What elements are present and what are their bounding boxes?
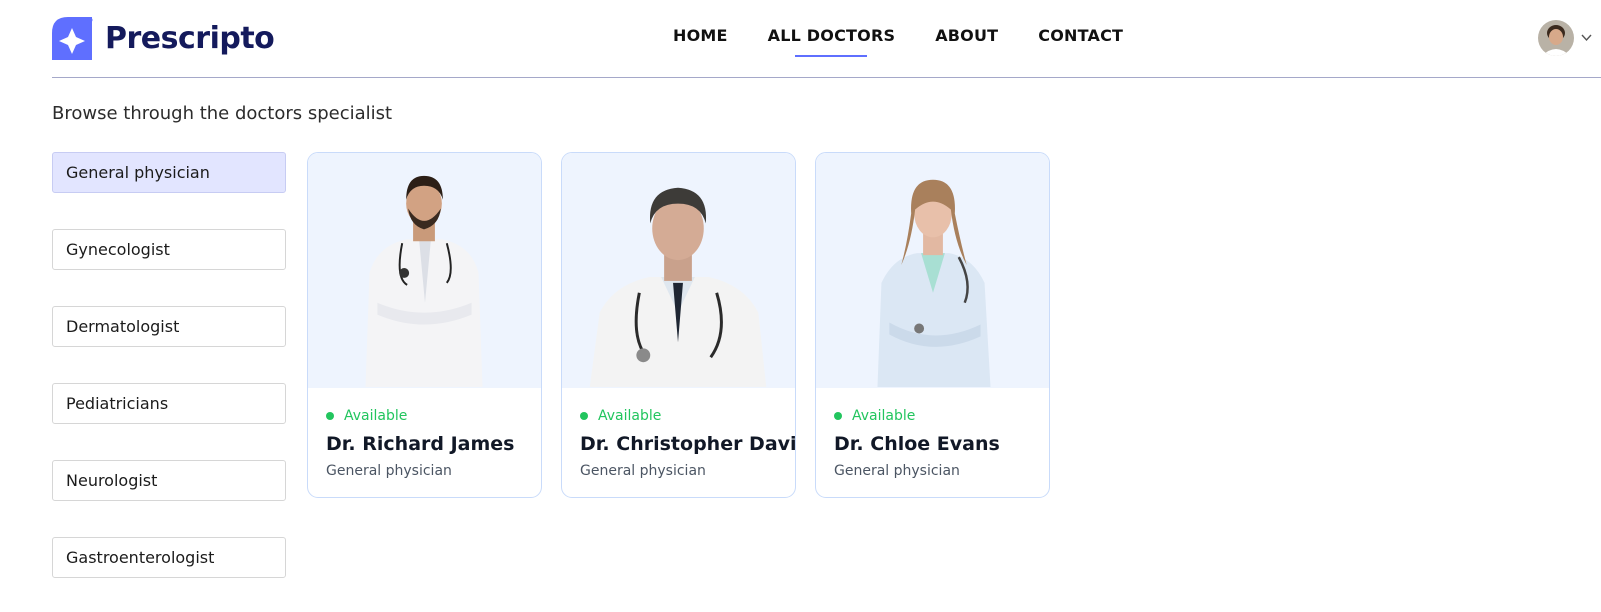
doctor-speciality: General physician bbox=[580, 463, 706, 479]
doctor-name: Dr. Richard James bbox=[326, 433, 515, 455]
status-dot bbox=[326, 412, 334, 420]
availability-label: Available bbox=[598, 408, 662, 424]
sparkle-star-icon bbox=[52, 17, 93, 60]
doctor-photo bbox=[562, 153, 795, 388]
brand-logo[interactable]: Prescripto bbox=[52, 17, 275, 60]
availability-status: Available bbox=[580, 408, 777, 424]
status-dot bbox=[834, 412, 842, 420]
nav-about[interactable]: ABOUT bbox=[935, 26, 998, 45]
filter-gastroenterologist[interactable]: Gastroenterologist bbox=[52, 537, 286, 578]
doctor-grid: Available Dr. Richard James General phys… bbox=[307, 152, 1050, 498]
doctor-name: Dr. Christopher Davis bbox=[580, 433, 796, 455]
doctor-speciality: General physician bbox=[834, 463, 960, 479]
profile-menu[interactable] bbox=[1538, 20, 1592, 56]
brand-name: Prescripto bbox=[105, 21, 275, 56]
doctor-card[interactable]: Available Dr. Richard James General phys… bbox=[307, 152, 542, 498]
top-navbar: Prescripto HOME ALL DOCTORS ABOUT CONTAC… bbox=[52, 0, 1601, 78]
filter-pediatricians[interactable]: Pediatricians bbox=[52, 383, 286, 424]
filter-gynecologist[interactable]: Gynecologist bbox=[52, 229, 286, 270]
doctor-photo bbox=[816, 153, 1049, 388]
chevron-down-icon[interactable] bbox=[1581, 34, 1592, 42]
speciality-filter-list: General physician Gynecologist Dermatolo… bbox=[52, 152, 286, 612]
filter-neurologist[interactable]: Neurologist bbox=[52, 460, 286, 501]
user-avatar[interactable] bbox=[1538, 20, 1574, 56]
availability-status: Available bbox=[326, 408, 523, 424]
filter-dermatologist[interactable]: Dermatologist bbox=[52, 306, 286, 347]
availability-status: Available bbox=[834, 408, 1031, 424]
doctor-name: Dr. Chloe Evans bbox=[834, 433, 1000, 455]
availability-label: Available bbox=[344, 408, 408, 424]
doctor-card[interactable]: Available Dr. Chloe Evans General physic… bbox=[815, 152, 1050, 498]
status-dot bbox=[580, 412, 588, 420]
availability-label: Available bbox=[852, 408, 916, 424]
nav-contact[interactable]: CONTACT bbox=[1038, 26, 1123, 45]
doctor-card[interactable]: Available Dr. Christopher Davis General … bbox=[561, 152, 796, 498]
nav-all-doctors[interactable]: ALL DOCTORS bbox=[768, 26, 896, 45]
filter-general-physician[interactable]: General physician bbox=[52, 152, 286, 193]
doctor-speciality: General physician bbox=[326, 463, 452, 479]
doctor-photo bbox=[308, 153, 541, 388]
main-nav: HOME ALL DOCTORS ABOUT CONTACT bbox=[673, 26, 1123, 45]
nav-home[interactable]: HOME bbox=[673, 26, 728, 45]
page-intro: Browse through the doctors specialist bbox=[52, 103, 393, 124]
